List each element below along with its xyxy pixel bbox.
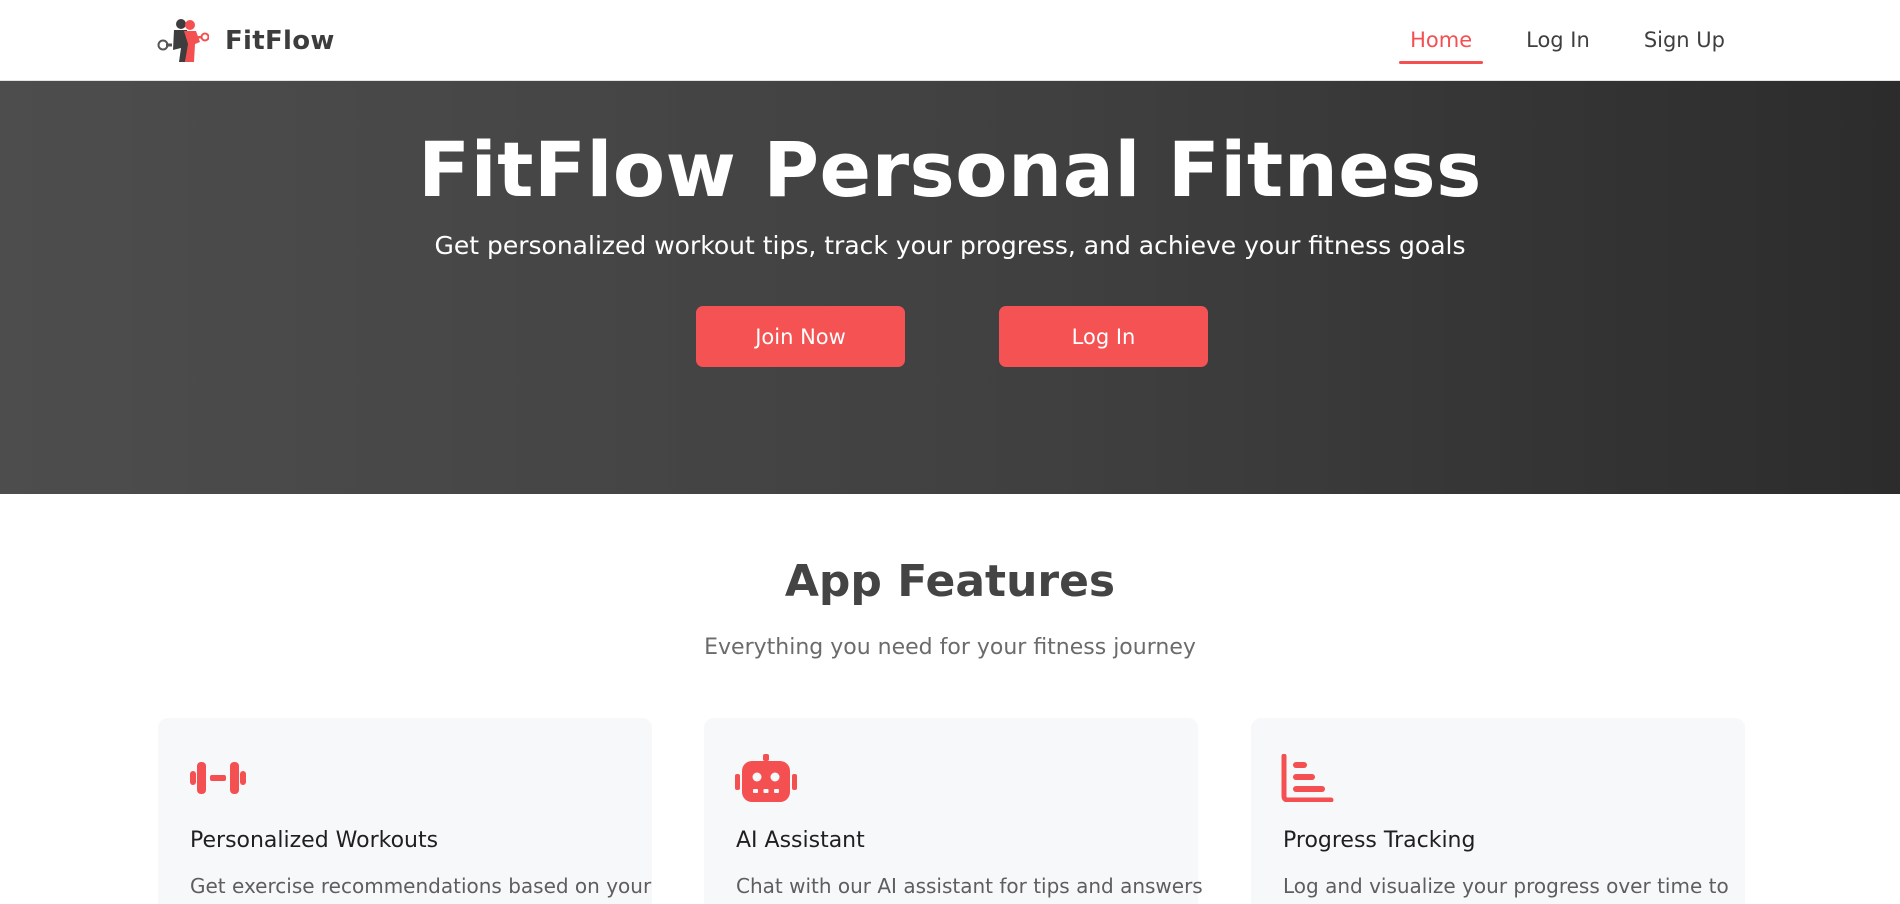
feature-card-description: Chat with our AI assistant for tips and … <box>736 874 1203 898</box>
feature-card-progress: Progress Tracking Log and visualize your… <box>1251 718 1745 904</box>
feature-card-workouts: Personalized Workouts Get exercise recom… <box>158 718 652 904</box>
fitness-figure-logo-icon <box>157 19 209 62</box>
feature-card-ai-assistant: AI Assistant Chat with our AI assistant … <box>704 718 1203 904</box>
hero-login-button[interactable]: Log In <box>999 306 1208 367</box>
dumbbell-icon <box>190 762 246 794</box>
feature-card-title: Progress Tracking <box>1283 828 1476 853</box>
brand-name: FitFlow <box>225 26 335 56</box>
nav-home-link[interactable]: Home <box>1399 18 1484 64</box>
features-title: App Features <box>784 556 1116 607</box>
navbar: FitFlow Home Log In Sign Up <box>0 0 1900 81</box>
robot-icon <box>735 754 797 802</box>
hero-subtitle: Get personalized workout tips, track you… <box>434 231 1466 260</box>
features-subtitle: Everything you need for your fitness jou… <box>704 635 1196 660</box>
feature-card-description: Log and visualize your progress over tim… <box>1283 874 1729 898</box>
hero-title: FitFlow Personal Fitness <box>418 125 1482 214</box>
feature-card-description: Get exercise recommendations based on yo… <box>190 874 652 898</box>
feature-card-title: Personalized Workouts <box>190 828 439 853</box>
nav-login-link[interactable]: Log In <box>1515 18 1601 64</box>
brand[interactable]: FitFlow <box>157 18 335 64</box>
chart-bar-icon <box>1281 754 1334 802</box>
feature-card-title: AI Assistant <box>736 828 865 853</box>
main-nav: Home Log In Sign Up <box>1367 0 1736 81</box>
join-now-button[interactable]: Join Now <box>696 306 905 367</box>
hero-section: FitFlow Personal Fitness Get personalize… <box>0 81 1900 494</box>
nav-signup-link[interactable]: Sign Up <box>1633 18 1736 64</box>
